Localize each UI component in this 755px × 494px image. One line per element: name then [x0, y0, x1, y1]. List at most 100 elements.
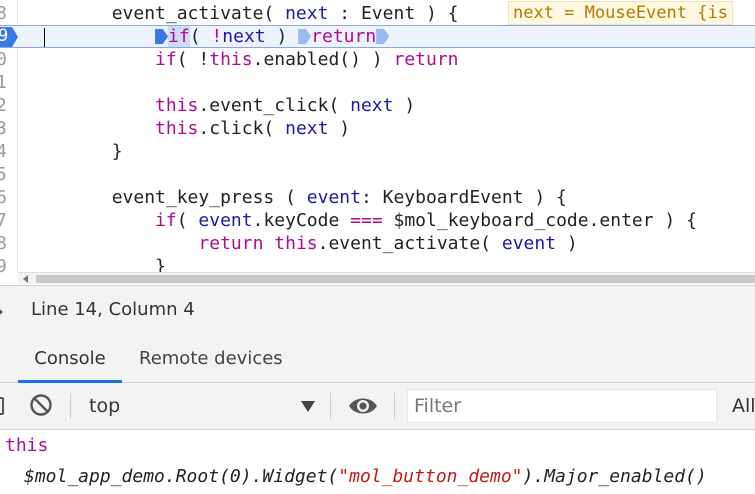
line-number[interactable]: 6: [0, 186, 12, 209]
code-text: this.click( next ): [25, 117, 350, 140]
line-number[interactable]: 9: [0, 255, 12, 278]
console-input-echo: this: [5, 435, 49, 456]
operator: !: [211, 26, 223, 47]
status-bar: Line 14, Column 4: [0, 285, 755, 337]
tab-remote-devices[interactable]: Remote devices: [139, 336, 283, 382]
scroll-left-arrow-icon[interactable]: [23, 275, 28, 283]
code-text: this.event_click( next ): [25, 94, 415, 117]
code-line[interactable]: 6 event_key_press ( event: KeyboardEvent…: [0, 186, 755, 209]
cursor-position: Line 14, Column 4: [31, 299, 195, 320]
caret: [44, 28, 45, 47]
code-editor[interactable]: 8 event_activate( next : Event ) {9 if( …: [0, 0, 755, 284]
code-token: event_activate(: [25, 3, 286, 24]
code-token: $mol_keyboard_code.enter ) {: [382, 210, 697, 231]
clear-console-icon[interactable]: [29, 393, 53, 417]
code-token: Event: [360, 3, 416, 24]
dropdown-arrow-icon[interactable]: [301, 401, 315, 412]
keyword: return: [393, 49, 459, 70]
code-line[interactable]: 2 this.event_click( next ): [0, 94, 755, 117]
inline-breakpoint-icon[interactable]: [298, 29, 312, 44]
code-token: (: [176, 210, 199, 231]
tab-console[interactable]: Console: [18, 336, 122, 383]
result-string: "mol_button_demo": [338, 466, 523, 487]
code-line[interactable]: 7 if( event.keyCode === $mol_keyboard_co…: [0, 209, 755, 232]
code-token: .keyCode: [252, 210, 351, 231]
inline-breakpoint-icon[interactable]: [155, 29, 169, 44]
code-token: .event_click(: [198, 95, 351, 116]
keyword: this: [155, 118, 199, 139]
line-number: 9: [0, 26, 9, 46]
sidebar-icon[interactable]: [0, 397, 4, 415]
code-text: }: [25, 140, 123, 163]
drawer-tab-bar: Console Remote devices: [0, 336, 755, 383]
keyword: this: [274, 233, 318, 254]
keyword: return: [311, 26, 377, 47]
param-token: next: [350, 95, 394, 116]
code-line[interactable]: 1: [0, 71, 755, 94]
code-text: event_activate( next : Event ) {: [25, 2, 459, 25]
inline-breakpoint-icon[interactable]: [376, 29, 390, 44]
code-text: if( event.keyCode === $mol_keyboard_code…: [25, 209, 697, 232]
code-line[interactable]: 3 this.click( next ): [0, 117, 755, 140]
console-toolbar: top All: [0, 383, 755, 430]
context-selector[interactable]: top: [89, 383, 120, 429]
result-suffix: ).Major_enabled(): [522, 466, 707, 487]
keyword: if: [155, 49, 177, 70]
horizontal-scrollbar[interactable]: [18, 272, 755, 284]
code-text: event_key_press ( event: KeyboardEvent )…: [25, 186, 567, 209]
line-number[interactable]: 3: [0, 117, 12, 140]
keyword: this: [209, 49, 253, 70]
line-number[interactable]: 4: [0, 140, 12, 163]
code-line[interactable]: 0 if( !this.enabled() ) return: [0, 48, 755, 71]
breakpoint-marker-icon[interactable]: 9: [0, 27, 18, 47]
code-token: ) {: [415, 3, 459, 24]
code-token: .enabled() ): [252, 49, 394, 70]
console-result[interactable]: $mol_app_demo.Root(0).Widget("mol_button…: [24, 466, 755, 487]
code-token: ): [393, 95, 416, 116]
line-number[interactable]: 0: [0, 48, 12, 71]
keyword: return: [198, 233, 264, 254]
line-number[interactable]: 2: [0, 94, 12, 117]
param-token: next: [285, 118, 329, 139]
eye-icon[interactable]: [348, 395, 378, 417]
code-token: .click(: [198, 118, 286, 139]
code-token: :: [328, 3, 361, 24]
keyword: ===: [350, 210, 383, 231]
scrollbar-thumb[interactable]: [36, 275, 755, 283]
code-text: if( !this.enabled() ) return: [25, 48, 459, 71]
param-token: next: [285, 3, 329, 24]
toolbar-separator: [70, 393, 71, 419]
code-line-paused[interactable]: 9 if( !next ) return: [0, 25, 755, 48]
line-number[interactable]: 8: [0, 232, 12, 255]
filter-input[interactable]: [407, 389, 717, 423]
keyword: if: [168, 26, 190, 47]
code-line[interactable]: 8 return this.event_activate( event ): [0, 232, 755, 255]
code-token: .event_activate(: [317, 233, 502, 254]
line-number[interactable]: 7: [0, 209, 12, 232]
expand-triangle-icon[interactable]: [0, 306, 3, 318]
code-text: return this.event_activate( event ): [25, 232, 578, 255]
code-line[interactable]: 5: [0, 163, 755, 186]
line-number[interactable]: 1: [0, 71, 12, 94]
code-token: event_key_press (: [25, 187, 307, 208]
param-token: event: [198, 210, 253, 231]
code-text: if( !next ) return: [25, 26, 390, 47]
line-number[interactable]: 8: [0, 2, 12, 25]
code-token: ): [328, 118, 351, 139]
param-token: next: [222, 26, 266, 47]
line-number[interactable]: 5: [0, 163, 12, 186]
toolbar-separator: [330, 393, 331, 419]
code-line[interactable]: 4 }: [0, 140, 755, 163]
code-token: ): [556, 233, 578, 254]
inline-value-hint: next = MouseEvent {is: [508, 1, 733, 25]
console-output: this $mol_app_demo.Root(0).Widget("mol_b…: [0, 430, 755, 494]
param-token: event: [306, 187, 361, 208]
log-levels-dropdown[interactable]: All: [732, 383, 755, 429]
keyword: this: [155, 95, 199, 116]
